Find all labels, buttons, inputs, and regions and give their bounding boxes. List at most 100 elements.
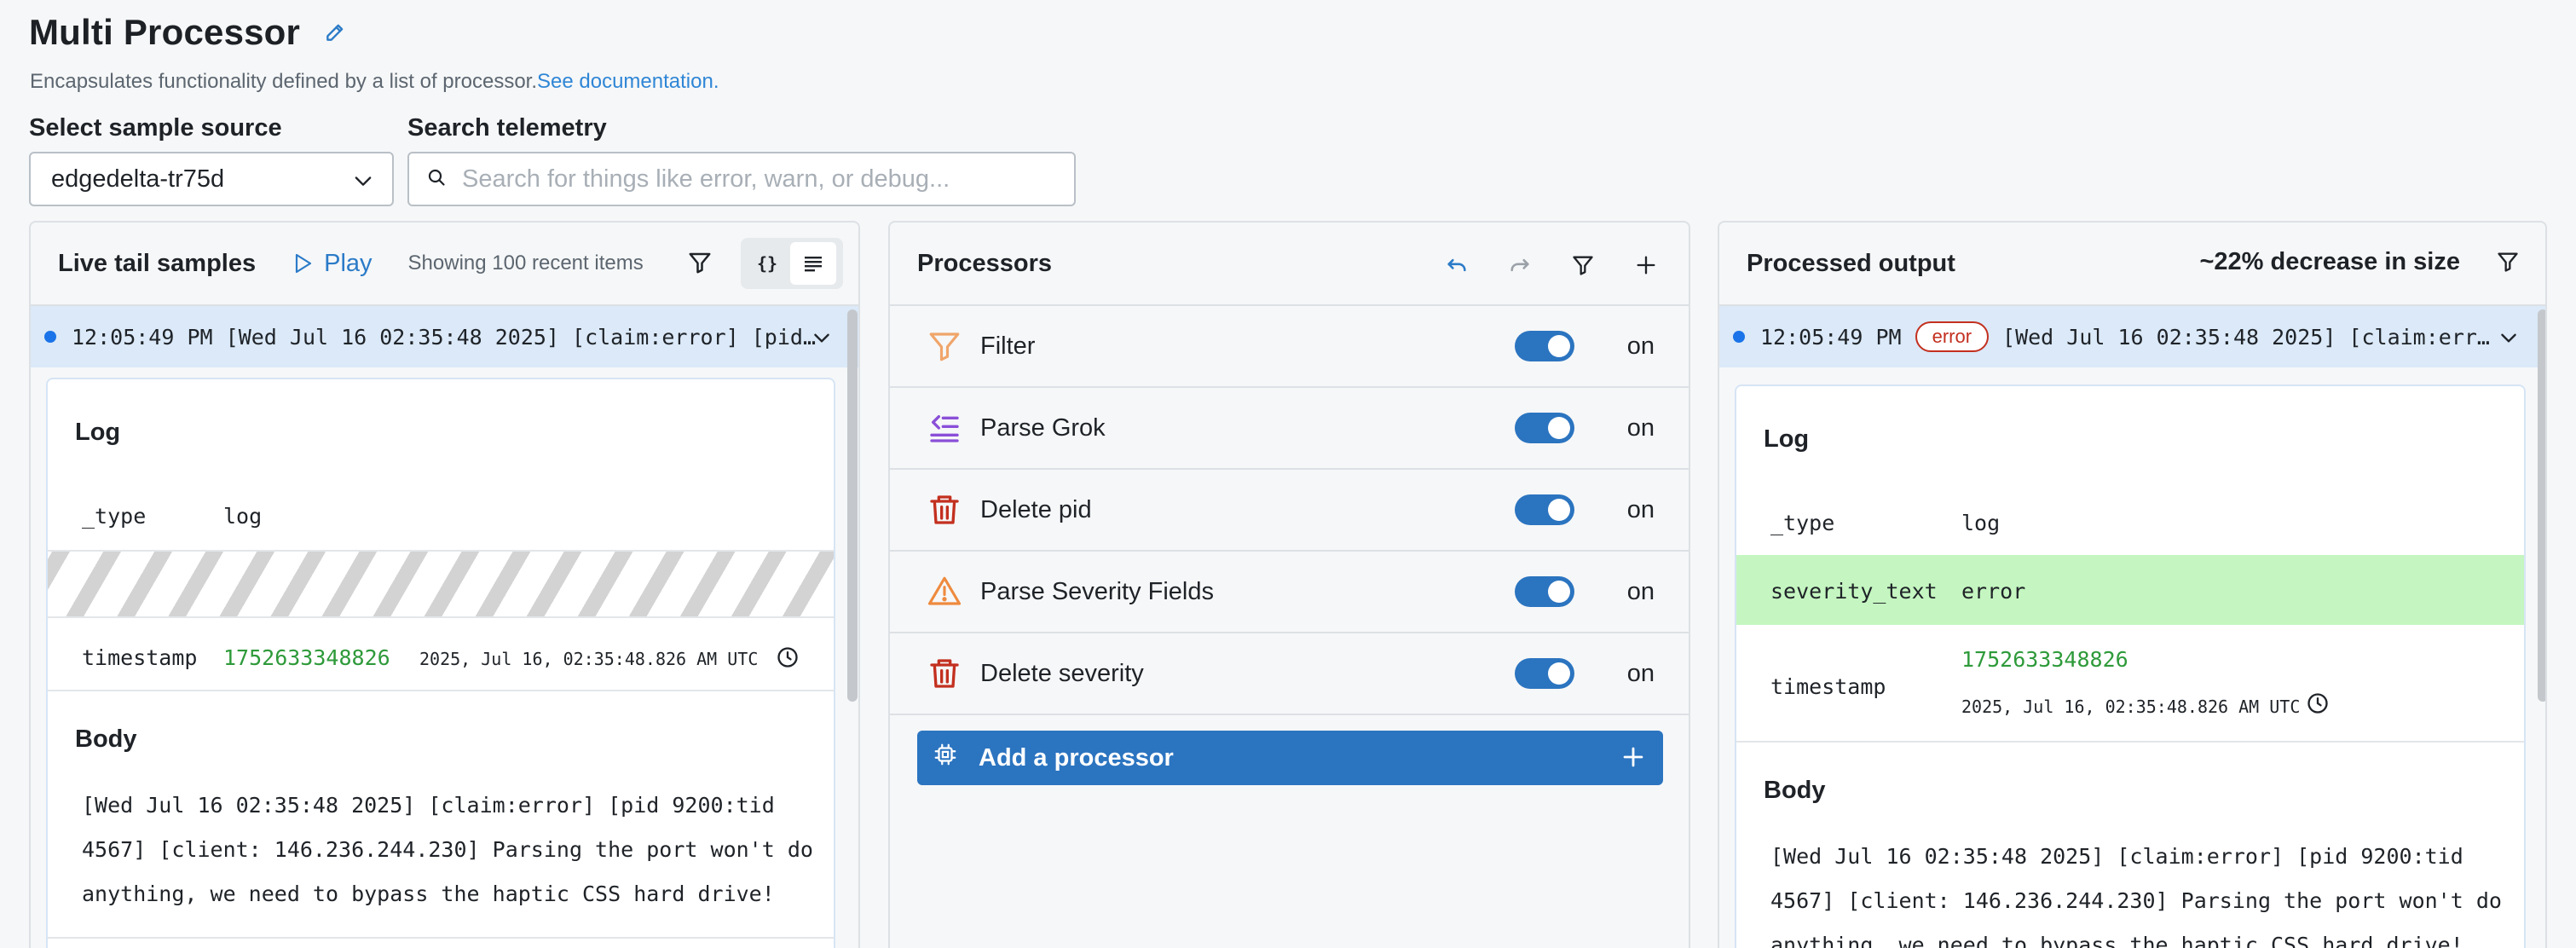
documentation-link[interactable]: See documentation. — [537, 70, 719, 93]
body-line: [Wed Jul 16 02:35:48 2025] [claim:error]… — [1770, 844, 2463, 869]
processor-row-parse-grok[interactable]: Parse Grok on — [890, 388, 1689, 470]
processor-toggle[interactable] — [1515, 494, 1574, 525]
body-line: 4567] [client: 146.236.244.230] Parsing … — [1770, 888, 2502, 913]
new-sample-dot — [44, 331, 56, 343]
timestamp-human: 2025, Jul 16, 02:35:48.826 AM UTC — [419, 649, 759, 669]
scrollbar[interactable] — [847, 309, 858, 702]
sample-time: 12:05:49 PM — [1760, 324, 1902, 350]
toggle-state: on — [1626, 332, 1655, 360]
processor-name: Delete pid — [980, 495, 1092, 523]
play-label: Play — [324, 249, 373, 277]
processor-name: Delete severity — [980, 659, 1144, 687]
redo-icon[interactable] — [1503, 248, 1537, 282]
processor-name: Parse Severity Fields — [980, 577, 1214, 605]
page-header: Multi Processor — [29, 12, 348, 53]
trash-icon — [926, 491, 963, 529]
live-tail-title: Live tail samples — [58, 249, 257, 277]
processor-name: Parse Grok — [980, 413, 1106, 442]
processors-panel: Processors Filter on Parse Grok on Delet… — [888, 221, 1690, 948]
add-processor-label: Add a processor — [979, 743, 1174, 772]
body-section-title: Body — [1764, 777, 1826, 804]
list-icon — [805, 257, 822, 272]
play-icon — [296, 253, 312, 274]
list-view-button[interactable] — [790, 242, 836, 285]
undo-icon[interactable] — [1440, 248, 1474, 282]
sample-summary: 12:05:49 PM [Wed Jul 16 02:35:48 2025] [… — [72, 325, 816, 350]
sample-source-select[interactable]: edgedelta-tr75d — [29, 152, 394, 206]
removed-field-placeholder — [48, 550, 834, 618]
sample-message: [Wed Jul 16 02:35:48 2025] [claim:error]… — [225, 324, 816, 350]
chevron-down-icon[interactable] — [811, 327, 833, 353]
timestamp-key: timestamp — [82, 645, 198, 670]
body-section-title: Body — [75, 725, 137, 753]
output-sample-row[interactable]: 12:05:49 PM error [Wed Jul 16 02:35:48 2… — [1719, 306, 2545, 367]
add-processor-button[interactable]: Add a processor — [917, 731, 1663, 785]
processor-toggle[interactable] — [1515, 576, 1574, 607]
plus-icon[interactable] — [1629, 248, 1663, 282]
body-line: anything, we need to bypass the haptic C… — [82, 882, 775, 906]
play-button[interactable]: Play — [293, 249, 373, 278]
new-sample-dot — [1733, 331, 1745, 343]
severity-value: error — [1961, 579, 2026, 604]
filter-icon[interactable] — [2496, 250, 2520, 278]
warning-icon — [926, 573, 963, 610]
scrollbar[interactable] — [2538, 309, 2545, 702]
processor-toggle[interactable] — [1515, 658, 1574, 689]
chevron-down-icon[interactable] — [2498, 327, 2520, 353]
live-tail-panel: Live tail samples Play Showing 100 recen… — [29, 221, 860, 948]
size-change-indicator: ~22% decrease in size — [2199, 248, 2460, 275]
processed-output-panel: Processed output ~22% decrease in size 1… — [1718, 221, 2547, 948]
filter-icon[interactable] — [687, 250, 713, 280]
toggle-state: on — [1626, 659, 1655, 687]
log-section-title: Log — [1764, 425, 1810, 453]
parse-grok-icon — [926, 409, 963, 447]
processor-row-delete-pid[interactable]: Delete pid on — [890, 470, 1689, 552]
search-input[interactable] — [462, 165, 1059, 194]
timestamp-value: 1752633348826 — [1961, 647, 2128, 672]
processor-toolbar — [1411, 248, 1663, 282]
sample-message: [Wed Jul 16 02:35:48 2025] [claim:err… — [2002, 324, 2490, 350]
filter-icon[interactable] — [1566, 248, 1600, 282]
sample-row[interactable]: 12:05:49 PM [Wed Jul 16 02:35:48 2025] [… — [31, 306, 858, 367]
filter-icon — [926, 327, 963, 365]
body-text: [Wed Jul 16 02:35:48 2025] [claim:error]… — [1770, 835, 2502, 948]
clock-icon[interactable] — [776, 645, 800, 673]
processor-row-filter[interactable]: Filter on — [890, 306, 1689, 388]
section-divider — [1736, 741, 2524, 743]
output-title: Processed output — [1747, 249, 1955, 277]
chevron-down-icon — [351, 169, 375, 199]
processor-toggle[interactable] — [1515, 413, 1574, 443]
sample-time: 12:05:49 PM — [72, 324, 213, 350]
timestamp-human: 2025, Jul 16, 02:35:48.826 AM UTC — [1961, 697, 2301, 717]
timestamp-value: 1752633348826 — [223, 645, 390, 670]
processor-row-delete-severity[interactable]: Delete severity on — [890, 633, 1689, 715]
log-section-title: Log — [75, 419, 121, 446]
pencil-icon[interactable] — [322, 20, 348, 45]
sample-source-value: edgedelta-tr75d — [51, 165, 225, 193]
toggle-state: on — [1626, 495, 1655, 523]
severity-key: severity_text — [1770, 579, 1938, 604]
search-telemetry-label: Search telemetry — [407, 114, 607, 142]
search-telemetry-box[interactable] — [407, 152, 1076, 206]
processors-title: Processors — [917, 249, 1052, 277]
showing-count: Showing 100 recent items — [407, 251, 644, 275]
body-line: anything, we need to bypass the haptic C… — [1770, 933, 2463, 948]
section-divider — [48, 690, 834, 691]
processor-row-parse-severity[interactable]: Parse Severity Fields on — [890, 552, 1689, 633]
page-title: Multi Processor — [29, 12, 301, 52]
search-icon — [426, 167, 447, 192]
body-line: [Wed Jul 16 02:35:48 2025] [claim:error]… — [82, 793, 775, 818]
processor-name: Filter — [980, 332, 1036, 360]
sample-source-label: Select sample source — [29, 114, 282, 142]
body-line: 4567] [client: 146.236.244.230] Parsing … — [82, 837, 813, 862]
clock-icon[interactable] — [2306, 691, 2330, 720]
type-key: _type — [82, 504, 147, 529]
processor-toggle[interactable] — [1515, 331, 1574, 361]
type-value: log — [1961, 511, 2001, 535]
json-view-button[interactable]: {} — [744, 242, 790, 285]
page-description: Encapsulates functionality defined by a … — [30, 70, 719, 94]
live-tail-header: Live tail samples Play Showing 100 recen… — [31, 223, 858, 306]
timestamp-key: timestamp — [1770, 674, 1886, 699]
sample-detail-card: Log _type log timestamp 1752633348826 20… — [46, 378, 835, 948]
processor-chip-icon — [933, 742, 958, 774]
